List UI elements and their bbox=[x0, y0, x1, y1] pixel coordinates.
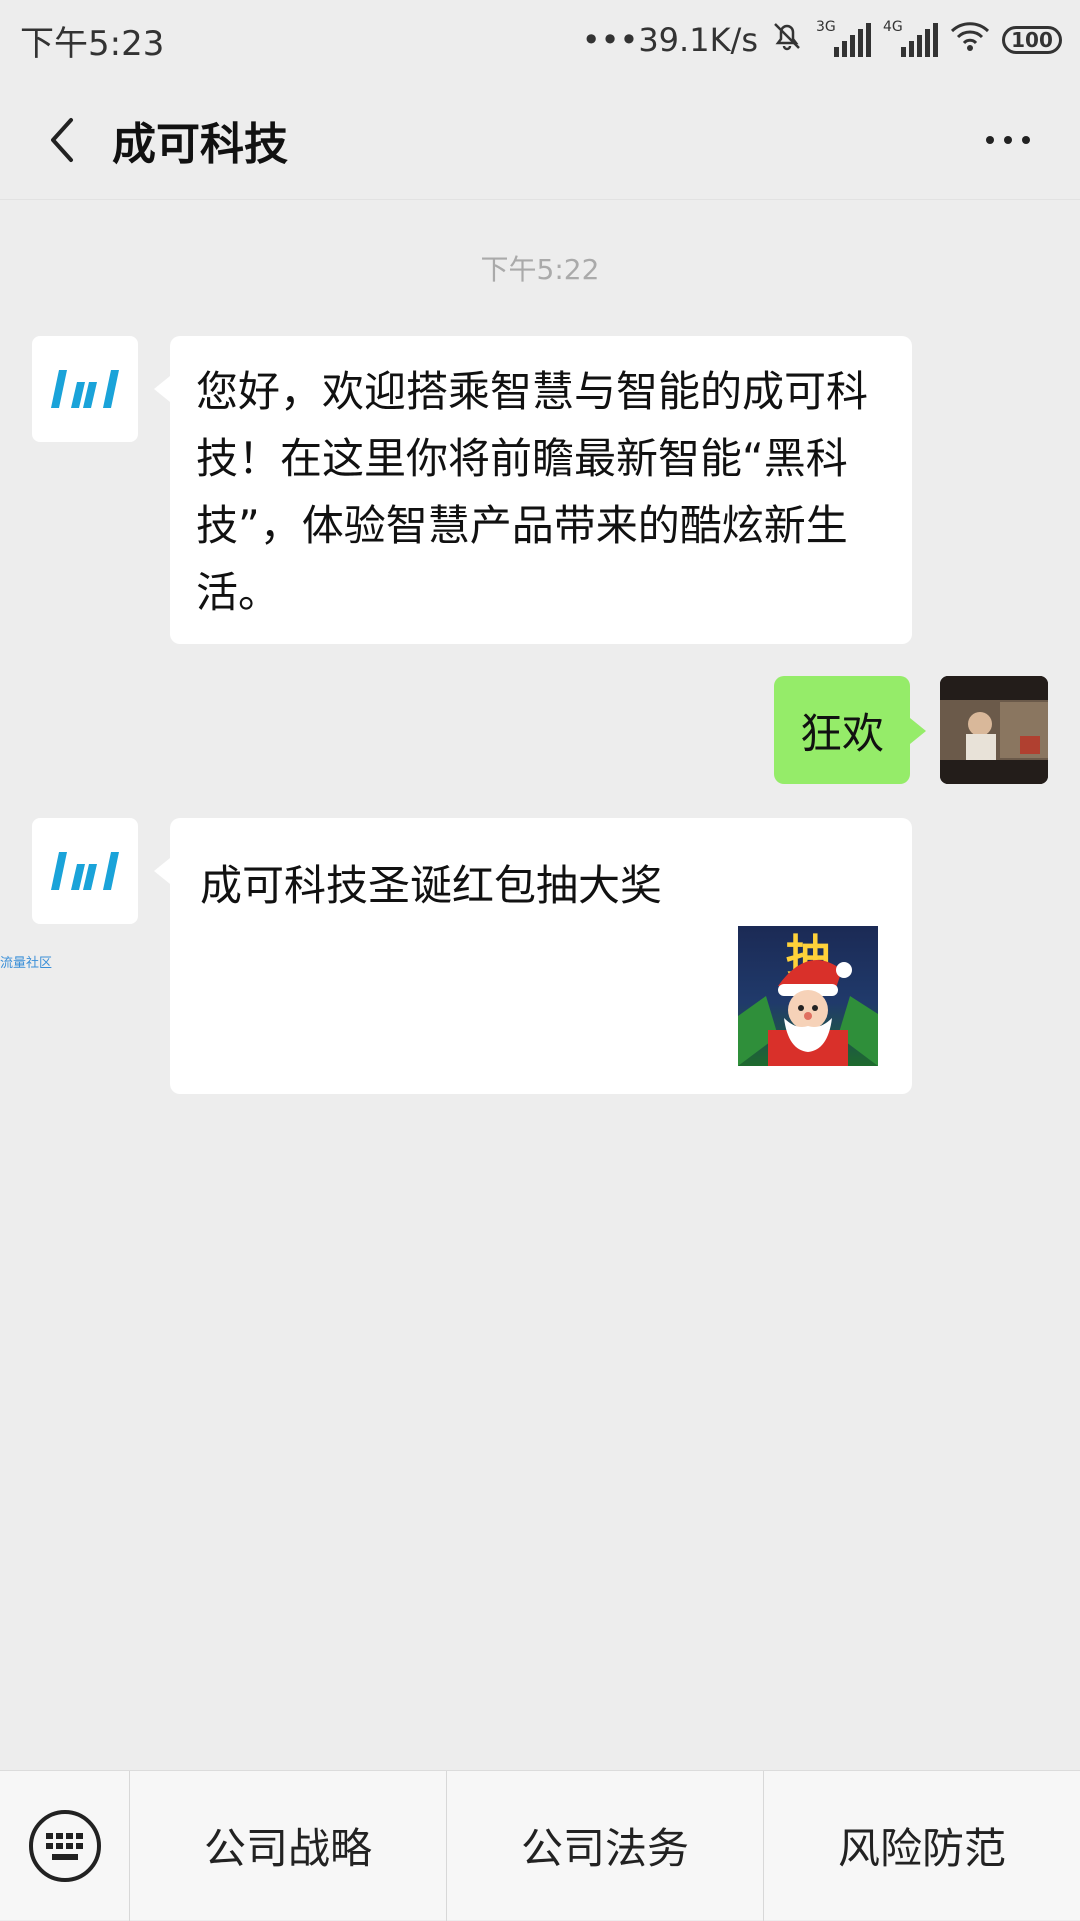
network-speed: •••39.1K/s bbox=[581, 21, 758, 59]
bottom-menu-bar: 公司战略 公司法务 风险防范 bbox=[0, 1770, 1080, 1921]
watermark-text: 流量社区 bbox=[0, 956, 53, 971]
wifi-icon bbox=[950, 20, 990, 60]
message-bubble-welcome[interactable]: 您好，欢迎搭乘智慧与智能的成可科技！在这里你将前瞻最新智能“黑科技”，体验智慧产… bbox=[154, 336, 912, 644]
chat-title: 成可科技 bbox=[112, 118, 288, 170]
signal-3g-icon: 3G bbox=[816, 19, 871, 57]
santa-thumbnail: 抽 bbox=[738, 926, 878, 1066]
company-logo-icon bbox=[51, 370, 119, 408]
mute-bell-icon bbox=[770, 19, 804, 61]
company-avatar[interactable] bbox=[32, 818, 138, 924]
user-avatar[interactable] bbox=[940, 676, 1048, 784]
message-bubble-outgoing[interactable]: 狂欢 bbox=[774, 676, 926, 784]
message-text: 您好，欢迎搭乘智慧与智能的成可科技！在这里你将前瞻最新智能“黑科技”，体验智慧产… bbox=[196, 367, 869, 617]
menu-item-strategy[interactable]: 公司战略 bbox=[130, 1771, 446, 1921]
message-timestamp: 下午5:22 bbox=[480, 253, 600, 286]
company-logo-icon bbox=[51, 852, 119, 890]
more-options-icon[interactable] bbox=[986, 135, 1030, 144]
keyboard-icon[interactable] bbox=[0, 1770, 130, 1921]
message-text: 狂欢 bbox=[799, 708, 884, 758]
status-time: 下午5:23 bbox=[20, 23, 165, 64]
nav-bar: 成可科技 bbox=[0, 80, 1080, 200]
status-bar: 下午5:23 •••39.1K/s 3G 4G 100 bbox=[0, 0, 1080, 80]
status-indicators: •••39.1K/s 3G 4G 100 bbox=[582, 19, 1062, 61]
back-arrow-icon[interactable] bbox=[32, 110, 92, 170]
menu-item-legal[interactable]: 公司法务 bbox=[446, 1770, 763, 1921]
company-avatar[interactable] bbox=[32, 336, 138, 442]
link-card-title: 成可科技圣诞红包抽大奖 bbox=[200, 861, 663, 910]
link-card-lottery[interactable]: 成可科技圣诞红包抽大奖 抽 bbox=[154, 818, 912, 1094]
menu-item-risk[interactable]: 风险防范 bbox=[763, 1770, 1080, 1921]
battery-icon: 100 bbox=[1002, 26, 1062, 54]
signal-4g-icon: 4G bbox=[883, 19, 938, 57]
